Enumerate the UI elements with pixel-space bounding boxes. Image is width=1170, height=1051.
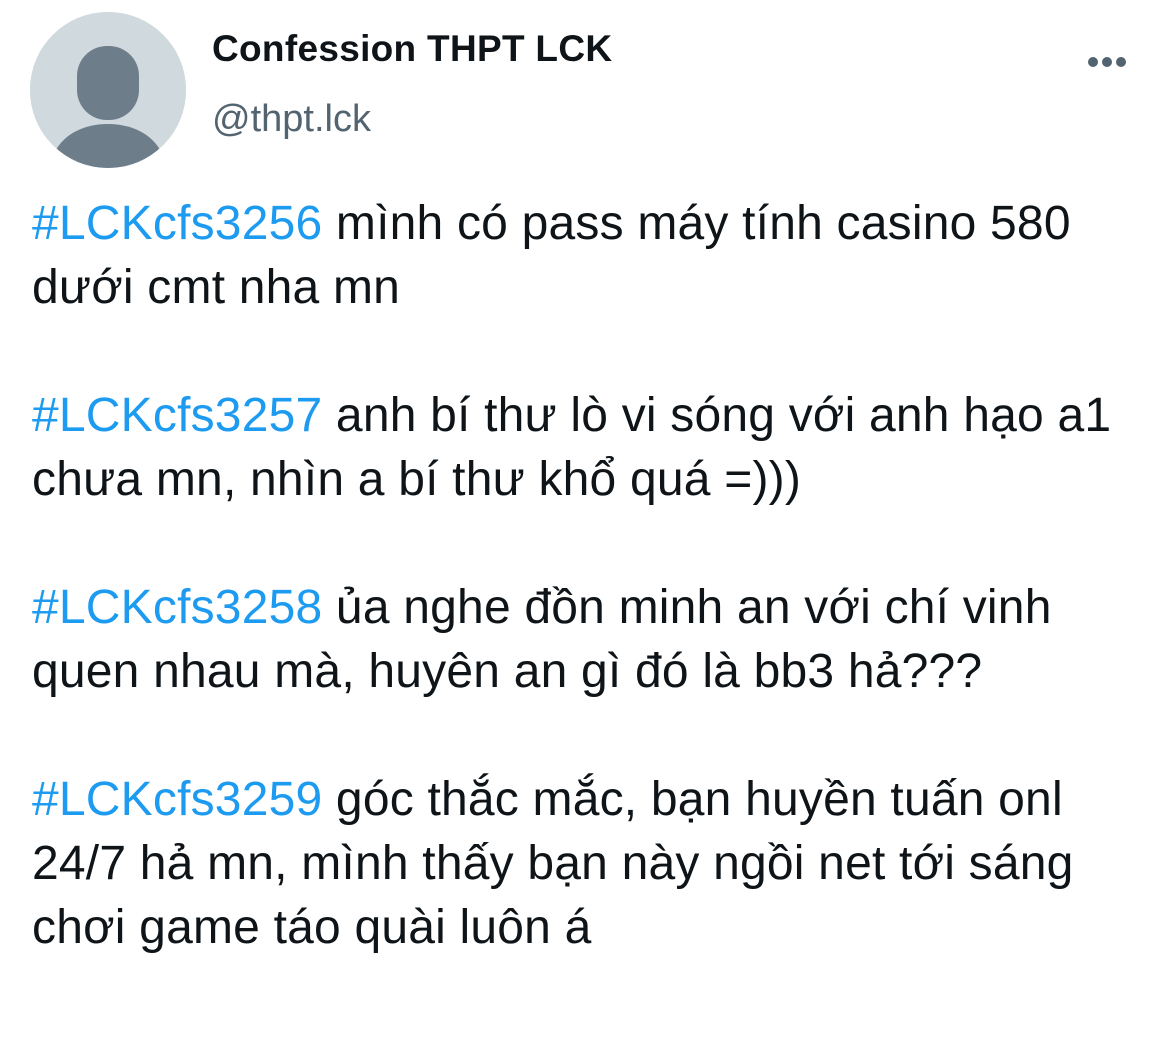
more-options-icon: [1088, 57, 1126, 67]
hashtag-link[interactable]: #LCKcfs3257: [32, 389, 322, 442]
tweet-card: Confession THPT LCK @thpt.lck #LCKcfs325…: [0, 0, 1170, 1051]
tweet-text: #LCKcfs3256 mình có pass máy tính casino…: [32, 192, 1152, 1024]
author-avatar[interactable]: [30, 12, 186, 168]
confession-paragraph: #LCKcfs3258 ủa nghe đồn minh an với chí …: [32, 576, 1152, 704]
author-handle[interactable]: @thpt.lck: [212, 98, 371, 141]
confession-paragraph: #LCKcfs3259 góc thắc mắc, bạn huyền tuấn…: [32, 768, 1152, 960]
more-options-button[interactable]: [1078, 44, 1134, 80]
hashtag-link[interactable]: #LCKcfs3256: [32, 197, 322, 250]
confession-paragraph: #LCKcfs3256 mình có pass máy tính casino…: [32, 192, 1152, 320]
hashtag-link[interactable]: #LCKcfs3259: [32, 773, 322, 826]
default-avatar-icon: [30, 12, 186, 168]
hashtag-link[interactable]: #LCKcfs3258: [32, 581, 322, 634]
confession-paragraph: #LCKcfs3257 anh bí thư lò vi sóng với an…: [32, 384, 1152, 512]
author-display-name[interactable]: Confession THPT LCK: [212, 28, 612, 70]
